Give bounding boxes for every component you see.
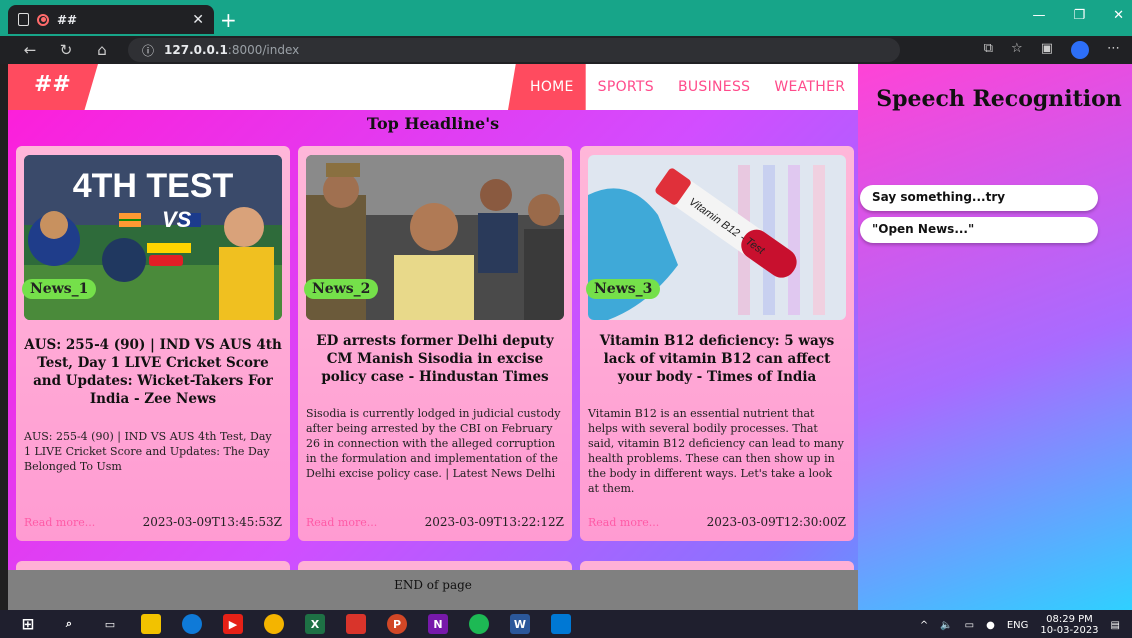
browser-tools: ⧉ ☆ ▣ ⋯	[984, 41, 1120, 59]
window-controls: — ❐ ✕	[1032, 8, 1124, 23]
close-tab-icon[interactable]: ✕	[192, 12, 204, 28]
address-bar[interactable]: ⓘ 127.0.0.1 :8000/index	[128, 38, 900, 62]
read-more-link[interactable]: Read more...	[588, 516, 659, 529]
new-tab-button[interactable]: +	[220, 8, 237, 32]
vscode-icon[interactable]	[551, 614, 571, 634]
svg-text:VS: VS	[162, 207, 192, 232]
file-explorer-icon[interactable]	[141, 614, 161, 634]
onenote-icon[interactable]: N	[428, 614, 448, 634]
search-icon[interactable]: ⌕	[59, 614, 79, 634]
news-date: 2023-03-09T12:30:00Z	[706, 515, 846, 529]
tab-title: ##	[57, 12, 78, 27]
browser-tab[interactable]: ## ✕	[8, 5, 214, 34]
speech-hint: "Open News..."	[860, 217, 1098, 243]
task-view-icon[interactable]: ▭	[100, 614, 120, 634]
app-icon[interactable]	[346, 614, 366, 634]
close-window-icon[interactable]: ✕	[1113, 8, 1124, 23]
news-image-caption: 4TH TEST	[73, 167, 234, 205]
web-page: ## HOME SPORTS BUSINESS WEATHER Top Head…	[8, 64, 1132, 610]
page-footer: END of page	[8, 570, 858, 610]
clock-date: 10-03-2023	[1040, 625, 1099, 636]
microphone-icon[interactable]: ●	[986, 620, 995, 631]
minimize-icon[interactable]: —	[1032, 8, 1045, 23]
nav-weather[interactable]: WEATHER	[762, 64, 857, 110]
news-title: ED arrests former Delhi deputy CM Manish…	[316, 333, 554, 385]
nav-home[interactable]: HOME	[508, 64, 586, 110]
speech-panel: Speech Recognition Say something...try "…	[858, 64, 1132, 610]
home-icon[interactable]: ⌂	[84, 41, 120, 59]
read-more-link[interactable]: Read more...	[306, 516, 377, 529]
refresh-icon[interactable]: ↻	[48, 41, 84, 59]
news-description: Sisodia is currently lodged in judicial …	[306, 407, 561, 480]
network-icon[interactable]: ▭	[965, 620, 974, 631]
news-badge: News_1	[22, 279, 97, 299]
extensions-icon[interactable]: ⧉	[984, 41, 993, 59]
nav-links: HOME SPORTS BUSINESS WEATHER	[508, 64, 857, 110]
excel-icon[interactable]: X	[305, 614, 325, 634]
youtube-icon[interactable]: ▶	[223, 614, 243, 634]
taskbar: ⊞ ⌕ ▭ ▶ X P N W ^ 🔈 ▭ ● ENG 08:29 PM 10-…	[0, 610, 1132, 638]
news-title: Vitamin B12 deficiency: 5 ways lack of v…	[599, 333, 835, 385]
page-icon	[18, 13, 29, 26]
news-description: Vitamin B12 is an essential nutrient tha…	[588, 407, 844, 495]
more-menu-icon[interactable]: ⋯	[1107, 41, 1120, 59]
site-navbar: ## HOME SPORTS BUSINESS WEATHER	[8, 64, 858, 110]
collections-icon[interactable]: ▣	[1041, 41, 1053, 59]
news-date: 2023-03-09T13:22:12Z	[424, 515, 564, 529]
news-card: 4TH TEST VS News_1 AUS: 255-4 (90) | IND…	[16, 146, 290, 541]
edge-icon[interactable]	[182, 614, 202, 634]
read-more-link[interactable]: Read more...	[24, 516, 95, 529]
news-title: AUS: 255-4 (90) | IND VS AUS 4th Test, D…	[24, 337, 282, 407]
page-heading: Top Headline's	[366, 114, 500, 133]
powerpoint-icon[interactable]: P	[387, 614, 407, 634]
url-host: 127.0.0.1	[164, 43, 228, 57]
info-icon[interactable]: ⓘ	[142, 42, 154, 59]
news-badge: News_3	[586, 279, 661, 299]
nav-business[interactable]: BUSINESS	[666, 64, 762, 110]
clock-time: 08:29 PM	[1046, 614, 1093, 625]
clock[interactable]: 08:29 PM 10-03-2023	[1040, 614, 1098, 636]
news-date: 2023-03-09T13:45:53Z	[142, 515, 282, 529]
speech-title: Speech Recognition	[876, 86, 1122, 112]
recording-icon	[37, 13, 49, 26]
news-badge: News_2	[304, 279, 379, 299]
site-logo[interactable]: ##	[8, 64, 98, 110]
word-icon[interactable]: W	[510, 614, 530, 634]
volume-icon[interactable]: 🔈	[940, 620, 952, 631]
spotify-icon[interactable]	[469, 614, 489, 634]
chrome-icon[interactable]	[264, 614, 284, 634]
news-description: AUS: 255-4 (90) | IND VS AUS 4th Test, D…	[24, 430, 272, 473]
notifications-icon[interactable]: ▤	[1111, 620, 1120, 631]
favorites-icon[interactable]: ☆	[1011, 41, 1023, 59]
back-icon[interactable]: ←	[12, 41, 48, 59]
restore-icon[interactable]: ❐	[1073, 8, 1085, 23]
nav-sports[interactable]: SPORTS	[586, 64, 666, 110]
profile-avatar[interactable]	[1071, 41, 1089, 59]
chevron-up-icon[interactable]: ^	[920, 620, 928, 631]
start-icon[interactable]: ⊞	[18, 614, 38, 634]
system-tray: ^ 🔈 ▭ ● ENG 08:29 PM 10-03-2023 ▤	[920, 614, 1120, 636]
speech-prompt: Say something...try	[860, 185, 1098, 211]
news-cards: 4TH TEST VS News_1 AUS: 255-4 (90) | IND…	[16, 146, 856, 541]
news-card: Vitamin B12 - Test News_3 Vitamin B12 de…	[580, 146, 854, 541]
news-card: News_2 ED arrests former Delhi deputy CM…	[298, 146, 572, 541]
url-path: :8000/index	[227, 43, 300, 57]
language-indicator[interactable]: ENG	[1007, 620, 1029, 631]
address-toolbar: ← ↻ ⌂ ⓘ 127.0.0.1 :8000/index ⧉ ☆ ▣ ⋯	[0, 36, 1132, 64]
browser-tab-bar: ## ✕ + — ❐ ✕	[0, 0, 1132, 36]
